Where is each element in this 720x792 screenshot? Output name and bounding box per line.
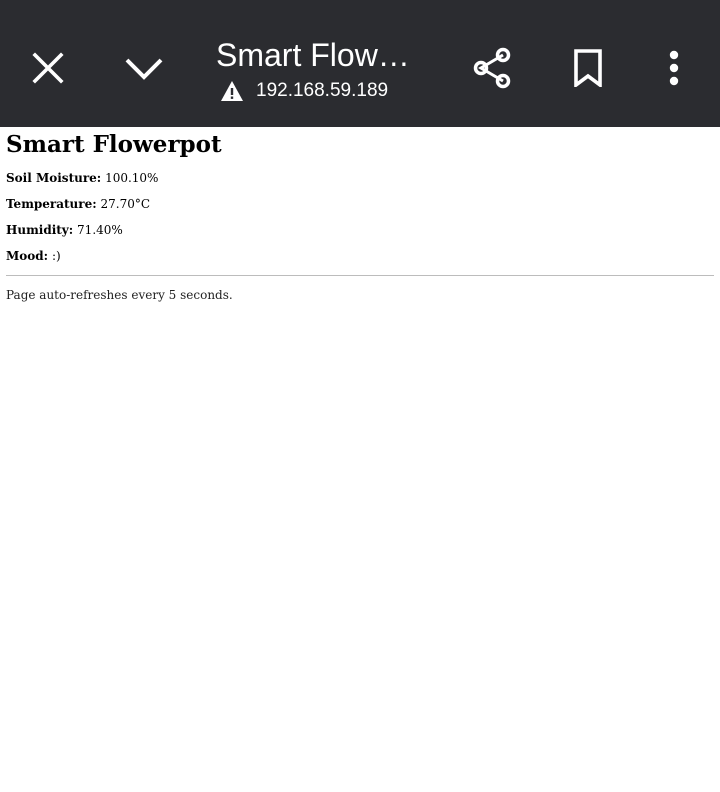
soil-moisture-label: Soil Moisture:: [6, 171, 102, 185]
divider: [6, 275, 714, 276]
page-content: Smart Flowerpot Soil Moisture: 100.10% T…: [6, 127, 714, 302]
warning-icon: [221, 81, 243, 101]
url-text: 192.168.59.189: [256, 80, 389, 101]
humidity-label: Humidity:: [6, 223, 74, 237]
title-block[interactable]: Smart Flowe... 192.168.59.189: [216, 36, 446, 105]
soil-moisture-row: Soil Moisture: 100.10%: [6, 171, 714, 185]
chevron-down-icon: [125, 58, 163, 80]
refresh-note: Page auto-refreshes every 5 seconds.: [6, 288, 233, 302]
close-button[interactable]: [18, 38, 78, 98]
page-title: Smart Flowe...: [216, 37, 421, 73]
mood-label: Mood:: [6, 249, 49, 263]
share-button[interactable]: [462, 38, 522, 98]
humidity-value: 71.40%: [77, 223, 123, 237]
mood-value: :): [51, 249, 61, 263]
more-options-button[interactable]: [644, 38, 704, 98]
url-row: 192.168.59.189: [216, 77, 446, 105]
temperature-row: Temperature: 27.70°C: [6, 197, 714, 211]
page-heading: Smart Flowerpot: [6, 131, 222, 158]
bookmark-button[interactable]: [558, 38, 618, 98]
minimize-button[interactable]: [114, 38, 174, 98]
temperature-label: Temperature:: [6, 197, 97, 211]
browser-toolbar: Smart Flowe... 192.168.59.189: [0, 0, 720, 127]
close-icon: [32, 52, 64, 84]
soil-moisture-value: 100.10%: [105, 171, 159, 185]
share-icon: [473, 47, 511, 89]
bookmark-icon: [574, 49, 602, 87]
mood-row: Mood: :): [6, 249, 714, 263]
temperature-value: 27.70°C: [100, 197, 151, 211]
humidity-row: Humidity: 71.40%: [6, 223, 714, 237]
more-vert-icon: [669, 50, 679, 86]
